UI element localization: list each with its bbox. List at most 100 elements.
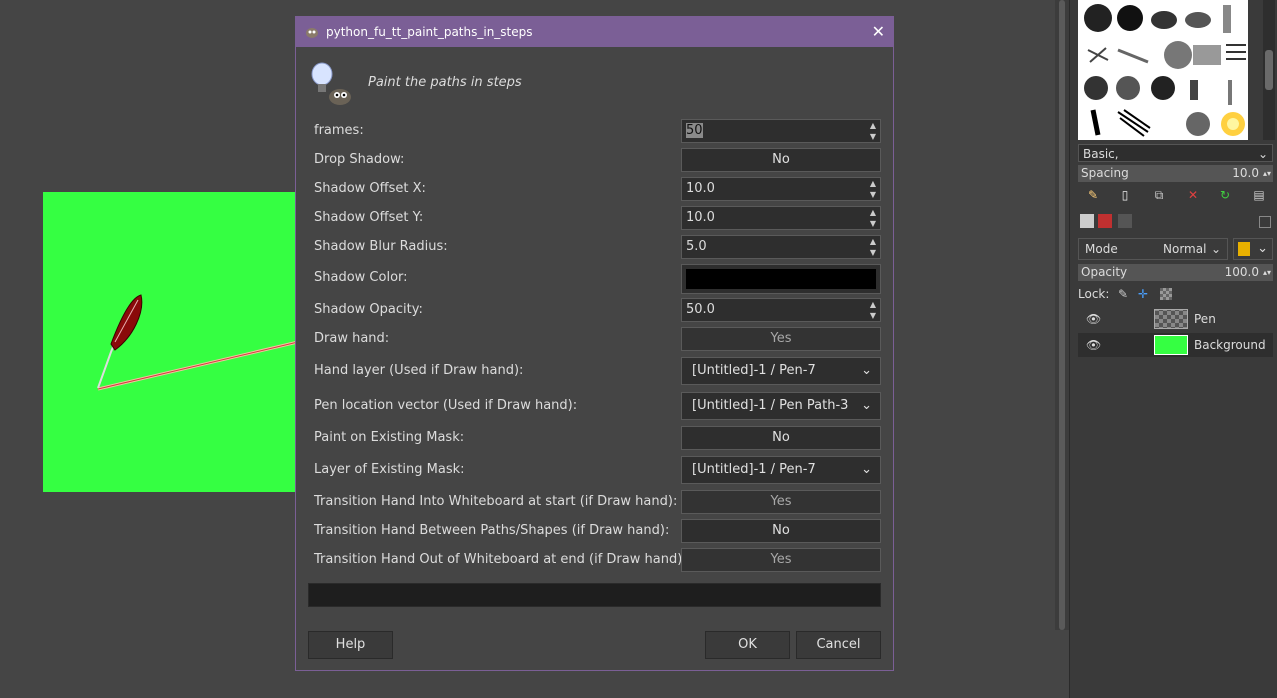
layer-of-existing-mask-select[interactable]: [Untitled]-1 / Pen-7 ⌄ <box>681 456 881 484</box>
edit-brush-icon[interactable]: ✎ <box>1086 188 1100 202</box>
frames-spinner[interactable]: 50 ▲ ▼ <box>681 119 881 143</box>
shadow-opacity-value: 50.0 <box>686 302 715 317</box>
brush-thumbnails[interactable] <box>1078 0 1248 140</box>
close-icon[interactable]: ✕ <box>872 17 885 47</box>
dialog-title: python_fu_tt_paint_paths_in_steps <box>326 25 533 39</box>
spin-arrows-icon[interactable]: ▲ ▼ <box>866 120 880 142</box>
transition-between-toggle[interactable]: No <box>681 519 881 543</box>
shadow-color-button[interactable] <box>681 264 881 294</box>
draw-hand-label: Draw hand: <box>314 331 390 346</box>
lock-label: Lock: <box>1078 287 1110 301</box>
mode-label: Mode <box>1085 242 1118 256</box>
shadow-color-swatch <box>686 269 876 289</box>
transition-out-label: Transition Hand Out of Whiteboard at end… <box>314 552 687 567</box>
dock-menu-icon[interactable] <box>1259 216 1271 228</box>
lock-pixels-icon[interactable]: ✎ <box>1118 286 1128 302</box>
image-canvas[interactable] <box>43 192 298 492</box>
channels-tab-icon[interactable] <box>1098 214 1112 228</box>
progress-bar <box>308 583 881 607</box>
shadow-opacity-label: Shadow Opacity: <box>314 302 423 317</box>
chevron-down-icon: ⌄ <box>1210 242 1221 256</box>
brush-set-select[interactable]: Basic, ⌄ <box>1078 144 1273 162</box>
cancel-button[interactable]: Cancel <box>796 631 881 659</box>
frames-label: frames: <box>314 123 364 138</box>
pen-location-vector-value: [Untitled]-1 / Pen Path-3 <box>692 398 849 413</box>
open-brush-icon[interactable]: ▤ <box>1252 188 1266 202</box>
dialog-titlebar[interactable]: python_fu_tt_paint_paths_in_steps ✕ <box>296 17 893 47</box>
layer-row-pen[interactable]: 👁 Pen <box>1078 307 1273 331</box>
lightbulb-icon <box>311 62 351 105</box>
layer-of-existing-mask-label: Layer of Existing Mask: <box>314 462 465 477</box>
opacity-value: 100.0 <box>1224 265 1259 279</box>
hand-layer-label: Hand layer (Used if Draw hand): <box>314 363 524 378</box>
plugin-dialog: python_fu_tt_paint_paths_in_steps ✕ Pain… <box>295 16 894 671</box>
layer-thumbnail <box>1154 309 1188 329</box>
opacity-spinner[interactable]: Opacity 100.0 ▴▾ <box>1078 264 1273 281</box>
chevron-down-icon: ⌄ <box>861 398 872 413</box>
help-button[interactable]: Help <box>308 631 393 659</box>
transition-between-label: Transition Hand Between Paths/Shapes (if… <box>314 523 670 538</box>
eye-icon[interactable]: 👁 <box>1086 333 1101 357</box>
layers-tab-icon[interactable] <box>1080 214 1094 228</box>
paint-on-existing-mask-label: Paint on Existing Mask: <box>314 430 465 445</box>
new-brush-icon[interactable]: ▯ <box>1118 188 1132 202</box>
spin-arrows-icon[interactable]: ▲ ▼ <box>866 299 880 321</box>
shadow-blur-radius-spinner[interactable]: 5.0 ▲ ▼ <box>681 235 881 259</box>
transition-out-toggle[interactable]: Yes <box>681 548 881 572</box>
paint-on-existing-mask-toggle[interactable]: No <box>681 426 881 450</box>
gimp-icon <box>306 28 318 38</box>
shadow-offset-x-value: 10.0 <box>686 181 715 196</box>
spin-arrows-icon[interactable]: ▴▾ <box>1263 264 1271 281</box>
shadow-offset-y-label: Shadow Offset Y: <box>314 210 424 225</box>
brush-set-value: Basic, <box>1083 147 1119 161</box>
brush-actions-bar: ✎ ▯ ⧉ ✕ ↻ ▤ <box>1078 186 1273 206</box>
frames-value: 50 <box>686 123 703 138</box>
mode-switch-button[interactable]: ⌄ <box>1233 238 1273 260</box>
dialog-header: Paint the paths in steps <box>308 61 868 109</box>
drop-shadow-label: Drop Shadow: <box>314 152 405 167</box>
shadow-color-label: Shadow Color: <box>314 270 408 285</box>
chevron-down-icon: ⌄ <box>861 462 872 477</box>
spin-arrows-icon[interactable]: ▲ ▼ <box>866 178 880 200</box>
duplicate-brush-icon[interactable]: ⧉ <box>1152 188 1166 202</box>
shadow-blur-radius-value: 5.0 <box>686 239 707 254</box>
pen-location-vector-select[interactable]: [Untitled]-1 / Pen Path-3 ⌄ <box>681 392 881 420</box>
hand-layer-value: [Untitled]-1 / Pen-7 <box>692 363 816 378</box>
opacity-label: Opacity <box>1081 265 1128 279</box>
shadow-blur-radius-label: Shadow Blur Radius: <box>314 239 448 254</box>
mode-value: Normal <box>1163 242 1207 256</box>
lock-alpha-icon[interactable] <box>1160 288 1172 300</box>
shadow-offset-x-label: Shadow Offset X: <box>314 181 426 196</box>
paths-tab-icon[interactable] <box>1118 214 1132 228</box>
spin-arrows-icon[interactable]: ▴▾ <box>1263 165 1271 182</box>
spacing-spinner[interactable]: Spacing 10.0 ▴▾ <box>1078 165 1273 182</box>
chevron-down-icon: ⌄ <box>1257 147 1268 161</box>
eye-icon[interactable]: 👁 <box>1086 307 1101 331</box>
dock-tabs <box>1078 214 1273 232</box>
brush-grid[interactable] <box>1078 0 1248 140</box>
transition-in-toggle[interactable]: Yes <box>681 490 881 514</box>
shadow-opacity-spinner[interactable]: 50.0 ▲ ▼ <box>681 298 881 322</box>
layer-name: Pen <box>1194 312 1216 326</box>
chevron-down-icon: ⌄ <box>861 363 872 378</box>
spacing-value: 10.0 <box>1232 166 1259 180</box>
draw-hand-toggle[interactable]: Yes <box>681 327 881 351</box>
hand-layer-select[interactable]: [Untitled]-1 / Pen-7 ⌄ <box>681 357 881 385</box>
mode-switch-icon <box>1238 242 1250 256</box>
canvas-scrollbar-thumb[interactable] <box>1059 0 1065 630</box>
layer-thumbnail <box>1154 335 1188 355</box>
shadow-offset-y-spinner[interactable]: 10.0 ▲ ▼ <box>681 206 881 230</box>
layer-mode-select[interactable]: Mode Normal ⌄ <box>1078 238 1228 260</box>
spin-arrows-icon[interactable]: ▲ ▼ <box>866 236 880 258</box>
dialog-description: Paint the paths in steps <box>368 75 522 90</box>
drop-shadow-toggle[interactable]: No <box>681 148 881 172</box>
lock-position-icon[interactable]: ✛ <box>1138 286 1148 302</box>
shadow-offset-y-value: 10.0 <box>686 210 715 225</box>
brush-scrollbar-thumb[interactable] <box>1265 50 1273 90</box>
ok-button[interactable]: OK <box>705 631 790 659</box>
spin-arrows-icon[interactable]: ▲ ▼ <box>866 207 880 229</box>
layer-row-background[interactable]: 👁 Background <box>1078 333 1273 357</box>
shadow-offset-x-spinner[interactable]: 10.0 ▲ ▼ <box>681 177 881 201</box>
delete-brush-icon[interactable]: ✕ <box>1186 188 1200 202</box>
refresh-brush-icon[interactable]: ↻ <box>1218 188 1232 202</box>
